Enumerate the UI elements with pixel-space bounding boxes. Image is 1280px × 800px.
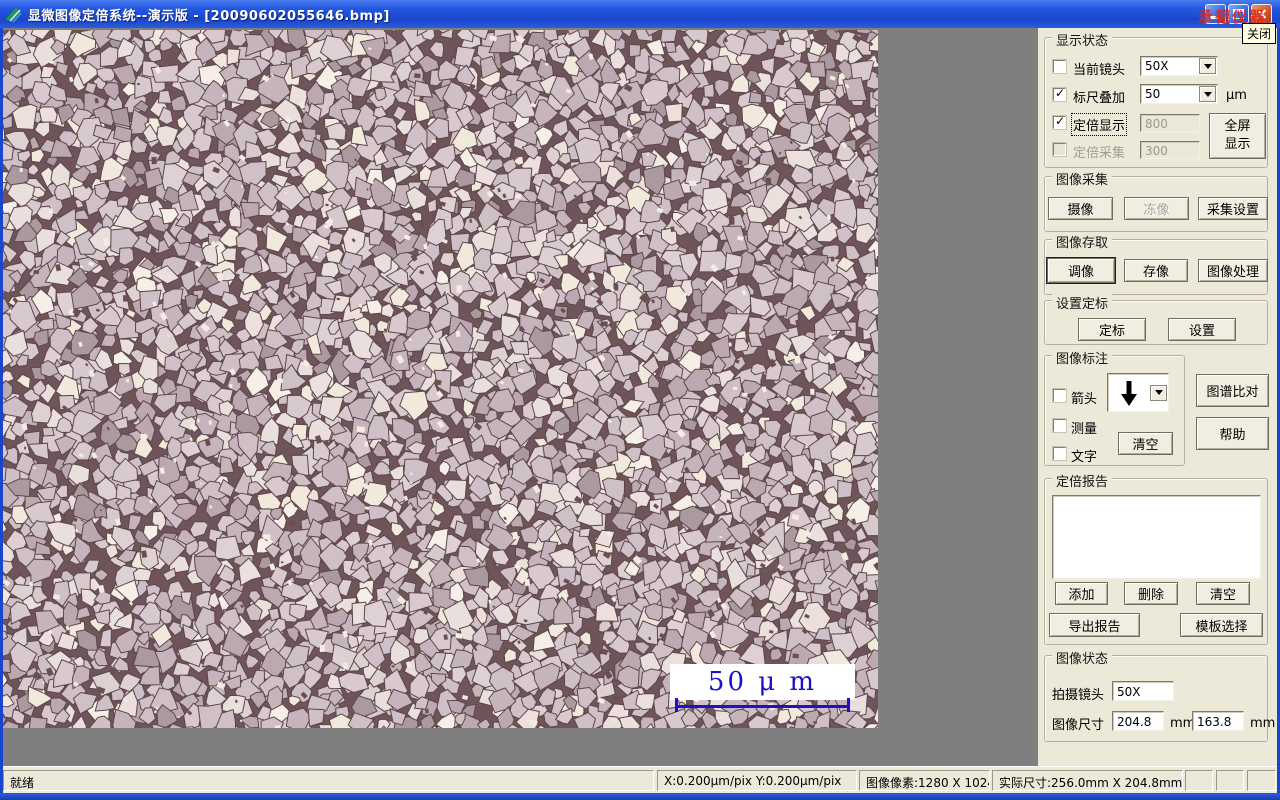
label-fixed-capture: 定倍采集 bbox=[1073, 146, 1126, 161]
calibrate-button[interactable]: 定标 bbox=[1078, 318, 1146, 341]
status-bar: 就绪 X:0.200μm/pix Y:0.200μm/pix 图像像素:1280… bbox=[3, 766, 1277, 793]
grain-texture bbox=[3, 30, 878, 728]
save-image-button[interactable]: 存像 bbox=[1124, 259, 1188, 282]
status-ready: 就绪 bbox=[3, 770, 654, 791]
window-border-bottom bbox=[0, 793, 1280, 800]
label-measure: 测量 bbox=[1071, 422, 1098, 437]
export-report-button[interactable]: 导出报告 bbox=[1049, 613, 1140, 637]
label-fixed-display: 定倍显示 bbox=[1070, 113, 1128, 136]
unit-height-mm: mm bbox=[1250, 716, 1276, 731]
capture-settings-button[interactable]: 采集设置 bbox=[1198, 197, 1268, 220]
label-current-lens: 当前镜头 bbox=[1073, 63, 1126, 78]
image-process-button[interactable]: 图像处理 bbox=[1198, 259, 1268, 282]
input-fixed-capture bbox=[1140, 141, 1200, 159]
status-actual-size: 实际尺寸:256.0mm X 204.8mm bbox=[992, 770, 1183, 791]
group-image-storage-label: 图像存取 bbox=[1052, 232, 1113, 251]
ruler-unit-label: μm bbox=[1226, 88, 1247, 103]
combo-ruler-value[interactable]: 50 bbox=[1140, 84, 1218, 104]
shoot-button[interactable]: 摄像 bbox=[1048, 197, 1113, 220]
chevron-down-icon[interactable] bbox=[1199, 58, 1216, 74]
scale-bar-label-box: 50 μ m bbox=[670, 664, 855, 700]
group-annotation-label: 图像标注 bbox=[1052, 348, 1113, 367]
app-window: 显微图像定倍系统--演示版 - [20090602055646.bmp] 承德仪… bbox=[0, 0, 1280, 800]
label-ruler-overlay: 标尺叠加 bbox=[1073, 91, 1126, 106]
scale-bar-tick-left bbox=[675, 698, 678, 712]
label-arrow: 箭头 bbox=[1071, 392, 1098, 407]
checkbox-fixed-capture bbox=[1053, 143, 1066, 156]
label-shooting-lens: 拍摄镜头 bbox=[1052, 688, 1105, 703]
checkbox-text[interactable] bbox=[1053, 447, 1066, 460]
atlas-compare-button[interactable]: 图谱比对 bbox=[1196, 374, 1269, 407]
fullscreen-button[interactable]: 全屏 显示 bbox=[1209, 113, 1266, 159]
scale-bar-tick-right bbox=[847, 698, 850, 712]
checkbox-measure[interactable] bbox=[1053, 419, 1066, 432]
template-select-button[interactable]: 模板选择 bbox=[1180, 613, 1263, 637]
title-bar: 显微图像定倍系统--演示版 - [20090602055646.bmp] 承德仪… bbox=[0, 0, 1280, 28]
close-tooltip: 关闭 bbox=[1242, 23, 1277, 44]
checkbox-current-lens[interactable] bbox=[1053, 60, 1066, 73]
scale-bar-text: 50 μ m bbox=[707, 667, 818, 697]
window-title: 显微图像定倍系统--演示版 - [20090602055646.bmp] bbox=[28, 8, 390, 24]
field-image-height bbox=[1192, 711, 1244, 731]
combo-arrow-style[interactable] bbox=[1107, 373, 1169, 412]
combo-current-lens[interactable]: 50X bbox=[1140, 56, 1218, 76]
scale-bar-line bbox=[675, 705, 850, 708]
report-delete-button[interactable]: 删除 bbox=[1124, 582, 1178, 605]
report-listbox[interactable] bbox=[1052, 495, 1261, 579]
label-text: 文字 bbox=[1071, 450, 1098, 465]
group-image-status-label: 图像状态 bbox=[1052, 648, 1113, 667]
status-empty-3 bbox=[1247, 770, 1276, 791]
label-image-size: 图像尺寸 bbox=[1052, 718, 1105, 733]
checkbox-ruler-overlay[interactable] bbox=[1053, 86, 1066, 101]
group-calibration-label: 设置定标 bbox=[1052, 293, 1113, 312]
status-pixel-scale: X:0.200μm/pix Y:0.200μm/pix bbox=[657, 770, 857, 791]
micrograph-image[interactable]: 50 μ m bbox=[3, 30, 878, 728]
app-icon bbox=[5, 7, 22, 23]
report-clear-button[interactable]: 清空 bbox=[1196, 582, 1250, 605]
group-image-capture-label: 图像采集 bbox=[1052, 169, 1113, 188]
group-display-status-label: 显示状态 bbox=[1052, 30, 1113, 49]
status-empty-2 bbox=[1216, 770, 1244, 791]
help-button[interactable]: 帮助 bbox=[1196, 417, 1269, 450]
field-shooting-lens bbox=[1112, 681, 1174, 701]
status-empty-1 bbox=[1185, 770, 1213, 791]
checkbox-fixed-display[interactable] bbox=[1053, 114, 1066, 129]
client-area: 50 μ m bbox=[3, 28, 1038, 766]
annotation-clear-button[interactable]: 清空 bbox=[1118, 432, 1173, 455]
status-image-pixels: 图像像素:1280 X 1024 bbox=[859, 770, 990, 791]
calibration-settings-button[interactable]: 设置 bbox=[1168, 318, 1236, 341]
report-add-button[interactable]: 添加 bbox=[1055, 582, 1108, 605]
load-image-button[interactable]: 调像 bbox=[1046, 257, 1116, 284]
down-arrow-icon bbox=[1120, 380, 1137, 406]
chevron-down-icon[interactable] bbox=[1199, 86, 1216, 102]
input-fixed-display bbox=[1140, 114, 1200, 132]
field-image-width bbox=[1112, 711, 1164, 731]
chevron-down-icon[interactable] bbox=[1150, 384, 1167, 401]
control-panel: 显示状态 当前镜头 50X 标尺叠加 50 μm 定倍显示 定倍采集 全屏 显示… bbox=[1038, 28, 1277, 766]
group-report-label: 定倍报告 bbox=[1052, 471, 1113, 490]
checkbox-arrow[interactable] bbox=[1053, 389, 1066, 402]
freeze-button: 冻像 bbox=[1124, 197, 1189, 220]
